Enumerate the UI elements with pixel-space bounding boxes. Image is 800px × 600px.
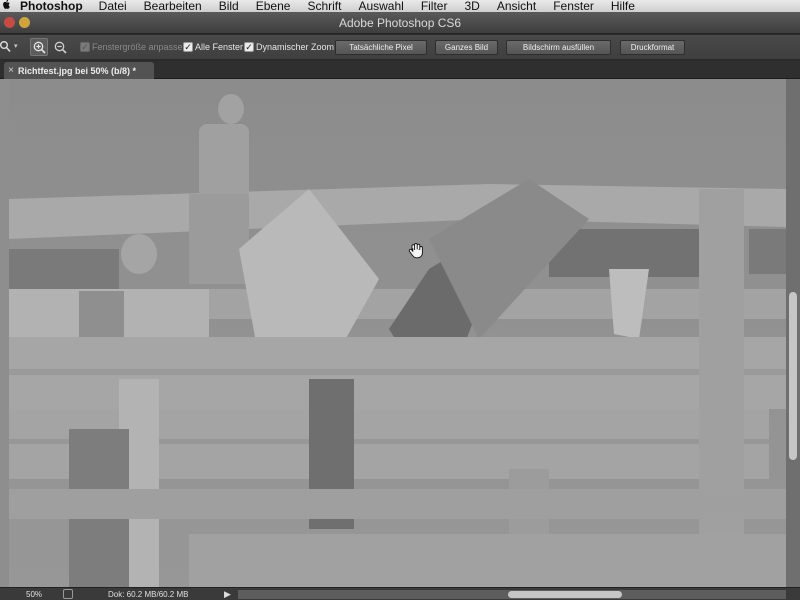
app-menu-photoshop[interactable]: Photoshop	[20, 0, 83, 12]
window-titlebar: Adobe Photoshop CS6	[0, 12, 800, 34]
canvas-left-gutter	[0, 79, 9, 587]
menu-schrift[interactable]: Schrift	[307, 0, 341, 12]
zoom-level-field[interactable]: 50%	[26, 590, 42, 599]
all-windows-label: Alle Fenster	[195, 42, 244, 52]
menu-3d[interactable]: 3D	[464, 0, 479, 12]
menu-ansicht[interactable]: Ansicht	[497, 0, 536, 12]
menu-datei[interactable]: Datei	[99, 0, 127, 12]
fill-screen-button[interactable]: Bildschirm ausfüllen	[506, 40, 611, 55]
menu-ebene[interactable]: Ebene	[256, 0, 291, 12]
document-size-info: Dok: 60.2 MB/60.2 MB	[108, 590, 189, 599]
menu-filter[interactable]: Filter	[421, 0, 448, 12]
vertical-scrollbar[interactable]	[786, 79, 800, 587]
close-icon[interactable]: ×	[4, 65, 18, 76]
resize-windows-checkbox[interactable]: ✓ Fenstergröße anpassen	[80, 42, 188, 52]
mac-menubar: Photoshop Datei Bearbeiten Bild Ebene Sc…	[0, 0, 800, 12]
status-menu-arrow-icon[interactable]: ▶	[224, 589, 231, 600]
zoom-out-icon	[54, 41, 67, 54]
apple-menu-icon[interactable]	[2, 0, 16, 12]
document-tab-bar: × Richtfest.jpg bei 50% (b/8) *	[0, 61, 800, 79]
tool-preset-dropdown-icon[interactable]: ▾	[14, 42, 18, 50]
menu-bild[interactable]: Bild	[219, 0, 239, 12]
options-bar: ▾ ✓ Fenstergröße anpassen ✓ Alle Fenster…	[0, 35, 800, 60]
checkbox-checked-icon: ✓	[244, 42, 254, 52]
document-tab-title: Richtfest.jpg bei 50% (b/8) *	[18, 65, 137, 76]
horizontal-scrollbar[interactable]	[238, 590, 786, 599]
all-windows-checkbox[interactable]: ✓ Alle Fenster	[183, 42, 243, 52]
document-info-icon[interactable]	[63, 589, 73, 599]
document-image	[9, 79, 786, 587]
checkbox-checked-icon: ✓	[80, 42, 90, 52]
zoom-out-button[interactable]	[51, 38, 69, 56]
checkbox-checked-icon: ✓	[183, 42, 193, 52]
print-size-button[interactable]: Druckformat	[620, 40, 685, 55]
zoom-in-icon	[33, 41, 46, 54]
window-title: Adobe Photoshop CS6	[338, 16, 462, 30]
menu-auswahl[interactable]: Auswahl	[358, 0, 403, 12]
menu-fenster[interactable]: Fenster	[553, 0, 594, 12]
zoom-in-button[interactable]	[30, 38, 48, 56]
actual-pixels-button[interactable]: Tatsächliche Pixel	[335, 40, 427, 55]
fit-screen-button[interactable]: Ganzes Bild	[435, 40, 498, 55]
menu-bearbeiten[interactable]: Bearbeiten	[144, 0, 202, 12]
image-canvas[interactable]	[9, 79, 786, 587]
zoom-tool-icon[interactable]	[0, 40, 12, 54]
document-tab[interactable]: × Richtfest.jpg bei 50% (b/8) *	[4, 62, 154, 79]
resize-windows-label: Fenstergröße anpassen	[92, 42, 188, 52]
status-bar: 50% Dok: 60.2 MB/60.2 MB ▶	[0, 587, 800, 600]
scrubby-zoom-label: Dynamischer Zoom	[256, 42, 335, 52]
scrubby-zoom-checkbox[interactable]: ✓ Dynamischer Zoom	[244, 42, 334, 52]
horizontal-scroll-thumb[interactable]	[508, 591, 622, 598]
menu-hilfe[interactable]: Hilfe	[611, 0, 635, 12]
vertical-scroll-thumb[interactable]	[789, 292, 797, 460]
